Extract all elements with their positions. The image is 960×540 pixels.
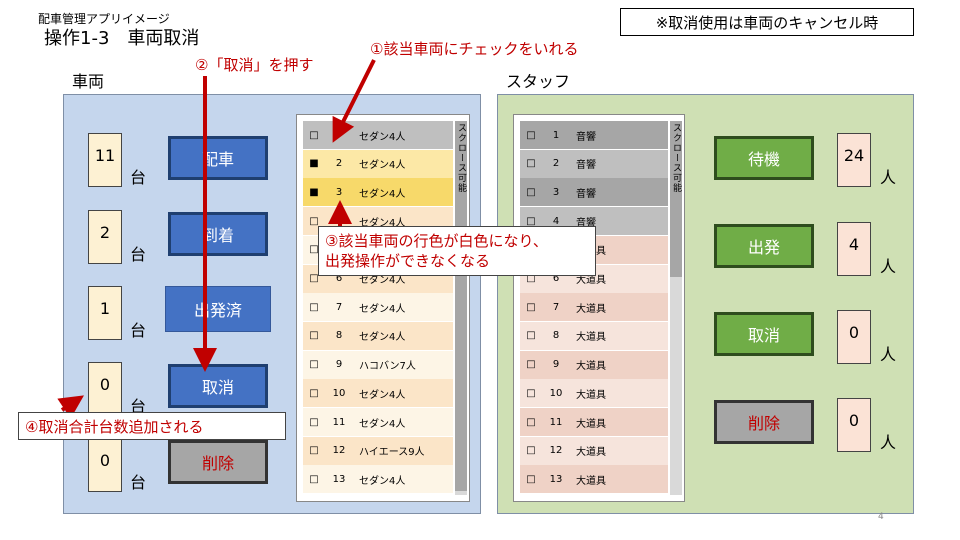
annotation-step3: ③該当車両の行色が白色になり、 出発操作ができなくなる xyxy=(318,226,596,276)
arrow-step4-icon xyxy=(57,395,84,419)
arrow-step1-icon xyxy=(332,59,376,143)
annotation-step3-line1: ③該当車両の行色が白色になり、 xyxy=(325,232,548,250)
annotation-step4: ④取消合計台数追加される xyxy=(18,412,286,440)
annotation-step3-line2: 出発操作ができなくなる xyxy=(325,252,491,270)
